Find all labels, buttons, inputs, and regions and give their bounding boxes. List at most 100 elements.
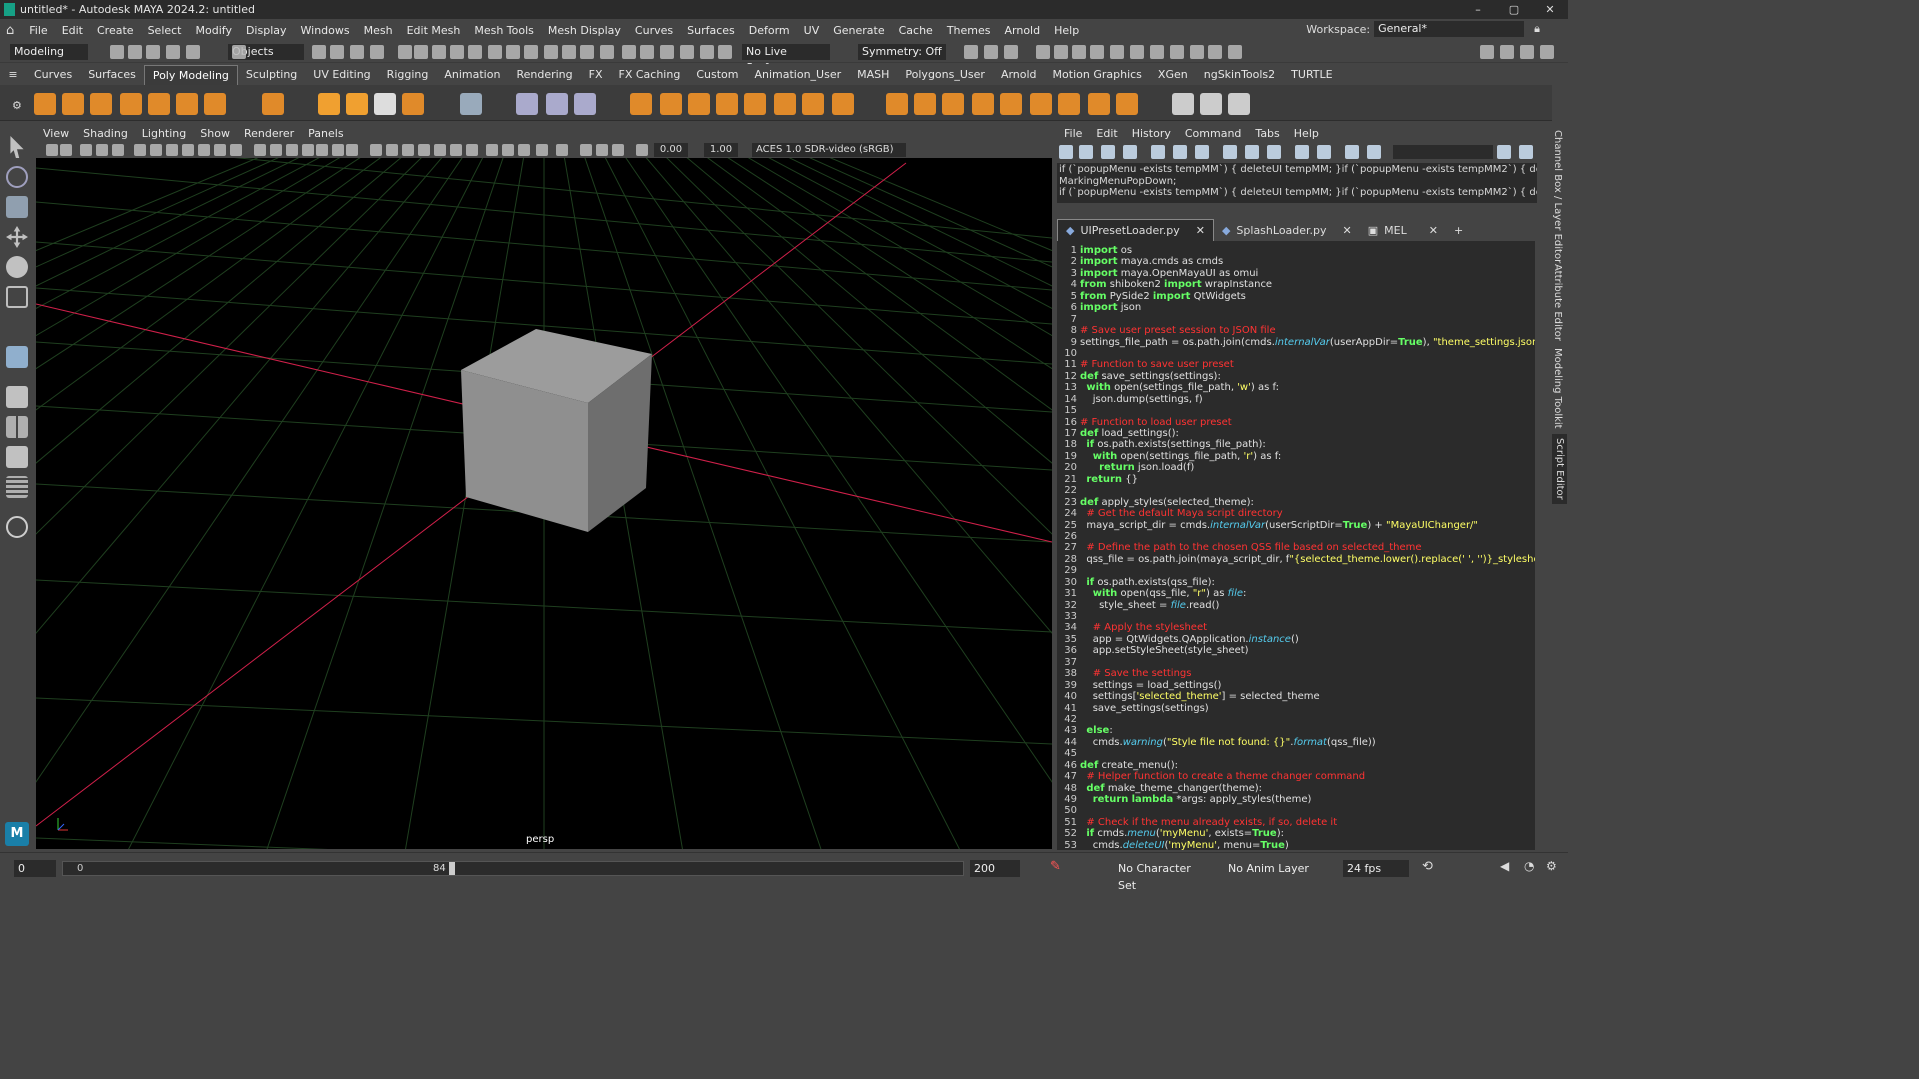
code-line[interactable]: return lambda *args: apply_styles(theme) — [1080, 794, 1535, 805]
viewport-tool-icon[interactable] — [80, 144, 92, 156]
menu-edit[interactable]: Edit — [55, 24, 90, 37]
shelf-tool-icon[interactable] — [318, 93, 340, 115]
shelf-tool-icon[interactable] — [972, 93, 994, 115]
minimize-button[interactable]: – — [1460, 0, 1496, 19]
menu-themes[interactable]: Themes — [940, 24, 998, 37]
viewport-menu-renderer[interactable]: Renderer — [237, 127, 301, 140]
viewport-tool-icon[interactable] — [96, 144, 108, 156]
home-icon[interactable]: ⌂ — [6, 23, 14, 38]
shelf-tool-icon[interactable] — [886, 93, 908, 115]
code-line[interactable] — [1080, 611, 1535, 622]
menu-deform[interactable]: Deform — [742, 24, 797, 37]
code-editor[interactable]: 1 2 3 4 5 6 7 8 9 10 11 12 13 14 15 16 17 18 19 20 21 22 23 24 2… — [1057, 241, 1535, 850]
status-tool-icon[interactable] — [1110, 45, 1124, 59]
character-set-dropdown[interactable]: No Character Set — [1114, 860, 1206, 892]
status-tool-icon[interactable] — [1480, 45, 1494, 59]
code-line[interactable]: if os.path.exists(settings_file_path): — [1080, 439, 1535, 450]
status-tool-icon[interactable] — [544, 45, 558, 59]
status-tool-icon[interactable] — [506, 45, 520, 59]
maximize-button[interactable]: ▢ — [1496, 0, 1532, 19]
shelf-tool-icon[interactable] — [1000, 93, 1022, 115]
viewport-menu-view[interactable]: View — [36, 127, 76, 140]
code-line[interactable]: # Save the settings — [1080, 668, 1535, 679]
shelf-tab-motion-graphics[interactable]: Motion Graphics — [1045, 65, 1150, 85]
shelf-tab-polygons-user[interactable]: Polygons_User — [897, 65, 993, 85]
menu-create[interactable]: Create — [90, 24, 141, 37]
code-line[interactable]: maya_script_dir = cmds.internalVar(userS… — [1080, 520, 1535, 531]
status-tool-icon[interactable] — [1090, 45, 1104, 59]
add-tab-button[interactable]: + — [1446, 219, 1471, 241]
code-line[interactable] — [1080, 748, 1535, 759]
shelf-tool-icon[interactable] — [402, 93, 424, 115]
code-line[interactable] — [1080, 657, 1535, 668]
code-line[interactable]: # Define the path to the chosen QSS file… — [1080, 542, 1535, 553]
status-tool-icon[interactable] — [414, 45, 428, 59]
shelf-tool-icon[interactable] — [1088, 93, 1110, 115]
script-menu-command[interactable]: Command — [1178, 127, 1249, 140]
shelf-tool-icon[interactable] — [1058, 93, 1080, 115]
viewport-tool-icon[interactable] — [346, 144, 358, 156]
workspace-dropdown[interactable]: General* — [1374, 21, 1525, 37]
code-line[interactable] — [1080, 531, 1535, 542]
viewport-tool-icon[interactable] — [596, 144, 608, 156]
script-tool-icon[interactable] — [1151, 145, 1165, 159]
search-icon[interactable] — [6, 516, 28, 538]
shelf-tool-icon[interactable] — [374, 93, 396, 115]
code-line[interactable]: import maya.cmds as cmds — [1080, 256, 1535, 267]
select-tool-icon[interactable] — [10, 136, 24, 158]
shelf-tab-curves[interactable]: Curves — [26, 65, 80, 85]
script-history-output[interactable]: if (`popupMenu -exists tempMM`) { delete… — [1057, 163, 1537, 203]
live-surface-field[interactable]: No Live Surface — [742, 44, 830, 74]
viewport-tool-icon[interactable] — [182, 144, 194, 156]
viewport-tool-icon[interactable] — [316, 144, 328, 156]
shelf-menu-icon[interactable]: ≡ — [0, 65, 26, 85]
end-frame-field[interactable]: 200 — [970, 860, 1020, 877]
shelf-tool-icon[interactable] — [914, 93, 936, 115]
shelf-tab-animation[interactable]: Animation — [436, 65, 508, 85]
status-tool-icon[interactable] — [432, 45, 446, 59]
shelf-tool-icon[interactable] — [90, 93, 112, 115]
menu-edit-mesh[interactable]: Edit Mesh — [400, 24, 468, 37]
status-tool-icon[interactable] — [562, 45, 576, 59]
last-tool-icon[interactable] — [6, 346, 28, 368]
status-tool-icon[interactable] — [166, 45, 180, 59]
playback-speed-icon[interactable]: ◔ — [1524, 859, 1534, 873]
menu-mesh-display[interactable]: Mesh Display — [541, 24, 628, 37]
code-line[interactable]: cmds.warning("Style file not found: {}".… — [1080, 737, 1535, 748]
viewport-tool-icon[interactable] — [214, 144, 226, 156]
shelf-tool-icon[interactable] — [942, 93, 964, 115]
shelf-tool-icon[interactable] — [346, 93, 368, 115]
script-tool-icon[interactable] — [1101, 145, 1115, 159]
fps-dropdown[interactable]: 24 fps — [1343, 860, 1409, 877]
lock-icon[interactable]: 🔒︎ — [1534, 22, 1540, 36]
script-tool-icon[interactable] — [1059, 145, 1073, 159]
shelf-tool-icon[interactable] — [1172, 93, 1194, 115]
status-tool-icon[interactable] — [1054, 45, 1068, 59]
menu-display[interactable]: Display — [239, 24, 294, 37]
code-line[interactable]: with open(qss_file, "r") as file: — [1080, 588, 1535, 599]
two-view-layout-icon[interactable] — [6, 446, 28, 468]
viewport-tool-icon[interactable] — [286, 144, 298, 156]
viewport-tool-icon[interactable] — [332, 144, 344, 156]
shelf-tool-icon[interactable] — [1228, 93, 1250, 115]
status-tool-icon[interactable] — [128, 45, 142, 59]
script-tool-icon[interactable] — [1497, 145, 1511, 159]
script-tool-icon[interactable] — [1195, 145, 1209, 159]
viewport-tool-icon[interactable] — [434, 144, 446, 156]
rotate-tool-icon[interactable] — [6, 256, 28, 278]
viewport-tool-icon[interactable] — [134, 144, 146, 156]
code-line[interactable]: # Get the default Maya script directory — [1080, 508, 1535, 519]
code-line[interactable] — [1080, 565, 1535, 576]
shelf-tab-rendering[interactable]: Rendering — [508, 65, 580, 85]
shelf-tool-icon[interactable] — [744, 93, 766, 115]
start-frame-field[interactable]: 0 — [14, 860, 56, 877]
status-tool-icon[interactable] — [1170, 45, 1184, 59]
status-tool-icon[interactable] — [370, 45, 384, 59]
gamma-field[interactable]: 1.00 — [704, 143, 738, 157]
code-line[interactable]: # Check if the menu already exists, if s… — [1080, 817, 1535, 828]
status-tool-icon[interactable] — [622, 45, 636, 59]
viewport-tool-icon[interactable] — [386, 144, 398, 156]
side-tab-modeling-toolkit[interactable]: Modeling Toolkit — [1552, 348, 1563, 429]
close-tab-icon[interactable]: ✕ — [1343, 224, 1352, 237]
code-line[interactable]: if cmds.menu('myMenu', exists=True): — [1080, 828, 1535, 839]
